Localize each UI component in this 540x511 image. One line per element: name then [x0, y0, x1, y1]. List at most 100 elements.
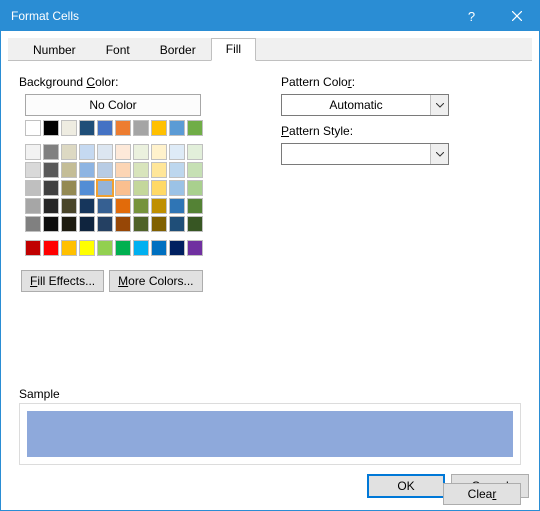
pattern-style-combo[interactable]: [281, 143, 449, 165]
color-swatch[interactable]: [25, 198, 41, 214]
pattern-color-label: Pattern Color:: [281, 75, 521, 89]
color-swatch[interactable]: [115, 198, 131, 214]
color-swatch[interactable]: [25, 144, 41, 160]
color-swatch[interactable]: [133, 240, 149, 256]
tab-number[interactable]: Number: [18, 39, 91, 61]
color-swatch[interactable]: [61, 198, 77, 214]
color-swatch[interactable]: [79, 120, 95, 136]
color-swatch[interactable]: [151, 180, 167, 196]
tab-font[interactable]: Font: [91, 39, 145, 61]
fill-effects-button[interactable]: Fill Effects...: [21, 270, 104, 292]
sample-box: [19, 403, 521, 465]
color-tints-grid: [25, 144, 239, 232]
tab-border[interactable]: Border: [145, 39, 211, 61]
ok-button[interactable]: OK: [367, 474, 445, 498]
dialog-window: Format Cells ? Number Font Border Fill B…: [0, 0, 540, 511]
pattern-style-label: Pattern Style:: [281, 124, 521, 138]
no-color-button[interactable]: No Color: [25, 94, 201, 116]
color-swatch[interactable]: [97, 162, 113, 178]
color-swatch[interactable]: [43, 240, 59, 256]
titlebar: Format Cells ?: [1, 1, 539, 31]
color-swatch[interactable]: [43, 216, 59, 232]
color-swatch[interactable]: [43, 198, 59, 214]
color-swatch[interactable]: [133, 198, 149, 214]
color-swatch[interactable]: [115, 180, 131, 196]
color-swatch[interactable]: [151, 240, 167, 256]
color-swatch[interactable]: [25, 240, 41, 256]
tabstrip: Number Font Border Fill: [8, 38, 532, 61]
color-swatch[interactable]: [169, 144, 185, 160]
color-swatch[interactable]: [97, 120, 113, 136]
color-swatch[interactable]: [151, 216, 167, 232]
color-swatch[interactable]: [79, 216, 95, 232]
color-swatch[interactable]: [43, 180, 59, 196]
color-swatch[interactable]: [169, 180, 185, 196]
sample-section: Sample: [19, 387, 521, 465]
color-swatch[interactable]: [97, 240, 113, 256]
pattern-color-value: Automatic: [282, 95, 430, 115]
color-swatch[interactable]: [61, 240, 77, 256]
color-swatch[interactable]: [79, 162, 95, 178]
theme-color-row: [25, 120, 239, 136]
tab-fill[interactable]: Fill: [211, 38, 256, 61]
color-swatch[interactable]: [61, 216, 77, 232]
color-swatch[interactable]: [43, 144, 59, 160]
color-swatch[interactable]: [43, 162, 59, 178]
color-swatch[interactable]: [79, 198, 95, 214]
chevron-down-icon: [430, 95, 448, 115]
color-swatch[interactable]: [61, 144, 77, 160]
color-swatch[interactable]: [169, 216, 185, 232]
color-swatch[interactable]: [97, 198, 113, 214]
color-swatch[interactable]: [115, 120, 131, 136]
color-swatch[interactable]: [61, 120, 77, 136]
window-title: Format Cells: [11, 9, 449, 23]
color-swatch[interactable]: [25, 180, 41, 196]
color-swatch[interactable]: [61, 162, 77, 178]
color-swatch[interactable]: [115, 162, 131, 178]
color-swatch[interactable]: [133, 162, 149, 178]
background-color-label: Background Color:: [19, 75, 239, 89]
color-swatch[interactable]: [187, 144, 203, 160]
color-swatch[interactable]: [169, 240, 185, 256]
color-swatch[interactable]: [187, 240, 203, 256]
color-swatch[interactable]: [97, 180, 113, 196]
help-icon: ?: [468, 9, 475, 24]
color-swatch[interactable]: [97, 216, 113, 232]
color-swatch[interactable]: [79, 144, 95, 160]
color-swatch[interactable]: [169, 198, 185, 214]
color-swatch[interactable]: [25, 120, 41, 136]
color-swatch[interactable]: [43, 120, 59, 136]
color-swatch[interactable]: [133, 180, 149, 196]
color-swatch[interactable]: [187, 180, 203, 196]
color-swatch[interactable]: [133, 216, 149, 232]
close-button[interactable]: [494, 1, 539, 31]
help-button[interactable]: ?: [449, 1, 494, 31]
color-swatch[interactable]: [115, 144, 131, 160]
color-swatch[interactable]: [187, 120, 203, 136]
color-swatch[interactable]: [133, 144, 149, 160]
more-colors-button[interactable]: More Colors...: [109, 270, 202, 292]
color-swatch[interactable]: [169, 120, 185, 136]
color-swatch[interactable]: [79, 180, 95, 196]
color-swatch[interactable]: [115, 240, 131, 256]
color-swatch[interactable]: [187, 198, 203, 214]
pattern-color-combo[interactable]: Automatic: [281, 94, 449, 116]
color-swatch[interactable]: [169, 162, 185, 178]
color-swatch[interactable]: [187, 216, 203, 232]
sample-label: Sample: [19, 387, 521, 401]
color-swatch[interactable]: [61, 180, 77, 196]
color-swatch[interactable]: [25, 162, 41, 178]
sample-fill: [27, 411, 513, 457]
color-swatch[interactable]: [151, 144, 167, 160]
color-swatch[interactable]: [187, 162, 203, 178]
tab-content: Background Color: No Color Fill Effects.…: [1, 61, 539, 474]
clear-button[interactable]: Clear: [443, 483, 521, 505]
color-swatch[interactable]: [151, 198, 167, 214]
color-swatch[interactable]: [151, 162, 167, 178]
color-swatch[interactable]: [151, 120, 167, 136]
color-swatch[interactable]: [25, 216, 41, 232]
color-swatch[interactable]: [79, 240, 95, 256]
color-swatch[interactable]: [97, 144, 113, 160]
color-swatch[interactable]: [133, 120, 149, 136]
color-swatch[interactable]: [115, 216, 131, 232]
